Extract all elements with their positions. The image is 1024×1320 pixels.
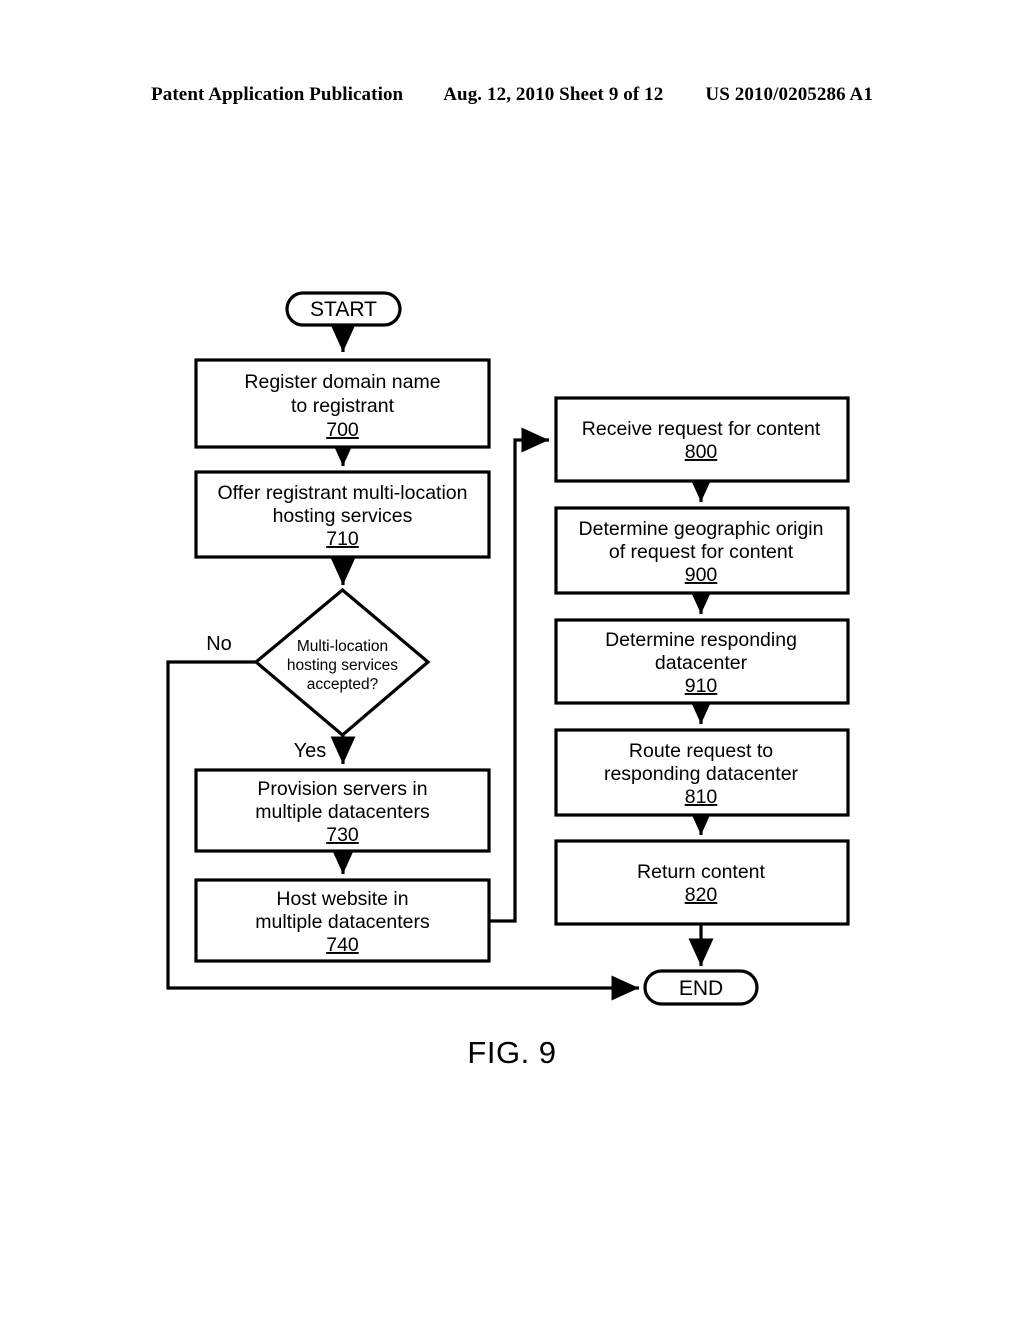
node-730-line-1: Provision servers in — [257, 778, 427, 800]
node-910-line-2: datacenter — [655, 652, 748, 674]
node-810-line-1: Route request to — [629, 740, 773, 762]
node-740-line-2: multiple datacenters — [255, 911, 430, 933]
node-740: Host website in multiple datacenters 740 — [194, 878, 491, 963]
flowchart-diagram: START Register domain name to registrant… — [166, 291, 850, 1006]
node-730-number: 730 — [326, 824, 359, 846]
node-800: Receive request for content 800 — [554, 396, 850, 483]
node-decision-line-2: hosting services — [287, 657, 398, 674]
node-710-line-1: Offer registrant multi-location — [218, 482, 468, 504]
node-710: Offer registrant multi-location hosting … — [194, 470, 491, 559]
node-800-number: 800 — [685, 441, 718, 463]
node-900-number: 900 — [685, 564, 718, 586]
node-910: Determine responding datacenter 910 — [554, 618, 850, 705]
node-900-line-1: Determine geographic origin — [579, 518, 824, 540]
node-810-line-2: responding datacenter — [604, 763, 799, 785]
node-700-line-1: Register domain name — [244, 371, 440, 393]
node-810-number: 810 — [685, 786, 718, 808]
connector-740-to-800 — [489, 427, 549, 923]
node-710-line-2: hosting services — [273, 505, 413, 527]
node-820: Return content 820 — [554, 839, 850, 926]
node-810: Route request to responding datacenter 8… — [554, 728, 850, 817]
node-710-number: 710 — [326, 528, 359, 550]
node-910-number: 910 — [685, 675, 718, 697]
node-820-number: 820 — [685, 884, 718, 906]
patent-page: Patent Application Publication Aug. 12, … — [0, 0, 1024, 1320]
figure-caption: FIG. 9 — [467, 1035, 557, 1070]
node-decision-line-1: Multi-location — [297, 638, 388, 655]
edge-label-yes: Yes — [294, 740, 327, 762]
node-decision-line-3: accepted? — [307, 676, 379, 693]
node-740-number: 740 — [326, 934, 359, 956]
node-start: START — [285, 291, 402, 327]
node-700: Register domain name to registrant 700 — [194, 358, 491, 449]
node-start-label: START — [310, 298, 377, 321]
node-900-line-2: of request for content — [609, 541, 794, 563]
node-700-number: 700 — [326, 419, 359, 441]
edge-label-no: No — [206, 633, 232, 655]
node-end: END — [643, 969, 759, 1006]
node-800-line-1: Receive request for content — [582, 418, 821, 440]
node-900: Determine geographic origin of request f… — [554, 506, 850, 595]
node-910-line-1: Determine responding — [605, 629, 797, 651]
node-730-line-2: multiple datacenters — [255, 801, 430, 823]
node-820-line-1: Return content — [637, 861, 765, 883]
node-700-line-2: to registrant — [291, 395, 395, 417]
node-740-line-1: Host website in — [276, 888, 408, 910]
node-730: Provision servers in multiple datacenter… — [194, 768, 491, 853]
node-end-label: END — [679, 977, 723, 1000]
node-decision: Multi-location hosting services accepted… — [253, 587, 431, 738]
